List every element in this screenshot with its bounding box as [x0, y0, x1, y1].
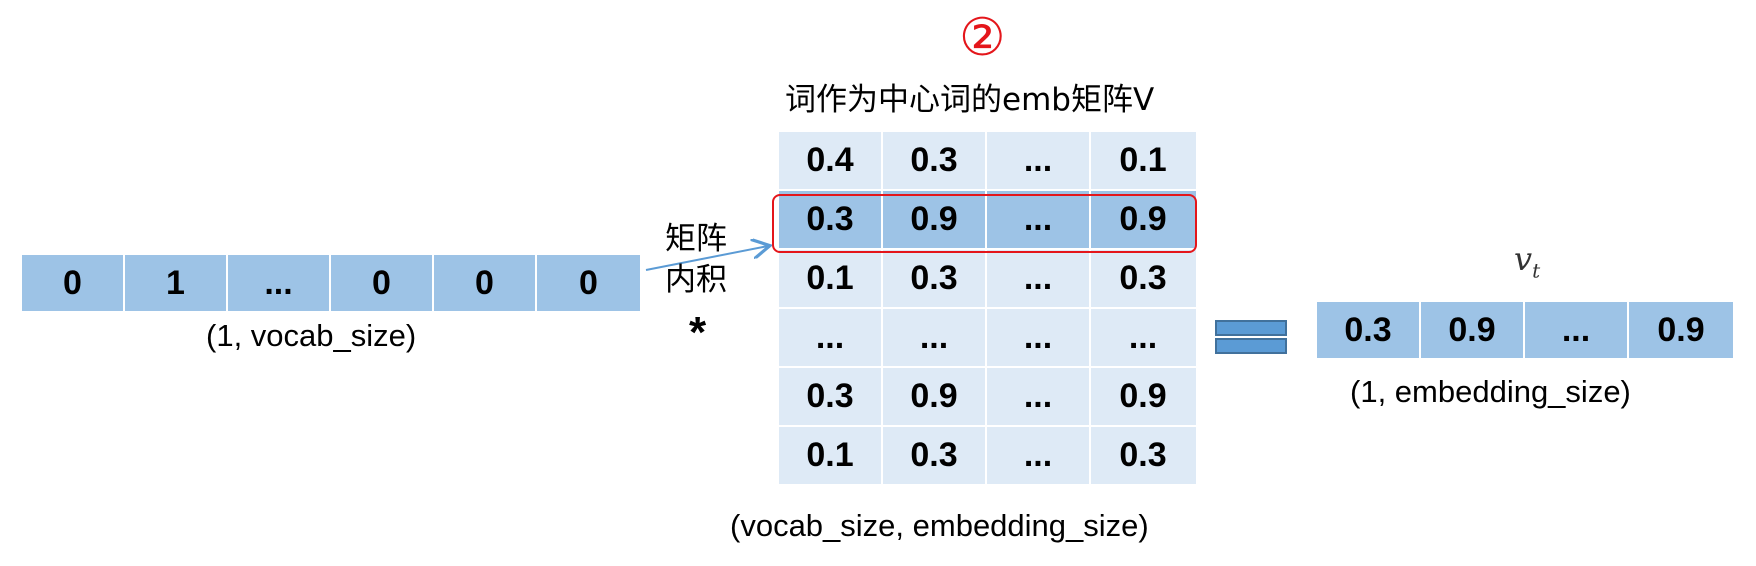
matrix-cell: 0.9 — [1119, 377, 1167, 415]
step-marker: ② — [959, 8, 1006, 68]
result-cell: 0.9 — [1629, 302, 1733, 358]
matrix-cell: 0.3 — [1119, 436, 1167, 474]
matrix-cell: ... — [987, 132, 1091, 189]
matrix-cell: 0.1 — [779, 427, 883, 484]
result-vector: 0.3 0.9 ... 0.9 — [1317, 302, 1733, 358]
result-shape-label: (1, embedding_size) — [1350, 374, 1631, 409]
highlight-outline — [772, 194, 1197, 253]
matrix-cell: 0.3 — [883, 427, 987, 484]
matrix-cell: 0.1 — [1119, 141, 1167, 179]
matrix-cell: 0.4 — [779, 132, 883, 189]
onehot-cell: 0 — [537, 255, 640, 311]
matrix-cell: ... — [987, 309, 1091, 366]
embedding-matrix: 0.4 0.3 ... 0.1 0.3 0.9 ... 0.9 0.1 0.3 … — [779, 132, 1196, 486]
matrix-cell: ... — [779, 309, 883, 366]
onehot-shape-label: (1, vocab_size) — [206, 318, 417, 353]
onehot-vector: 0 1 ... 0 0 0 — [22, 255, 640, 311]
matrix-cell: 0.1 — [779, 250, 883, 307]
result-cell: 0.3 — [1317, 302, 1421, 358]
equals-bar-bottom — [1215, 338, 1287, 354]
result-vector-name: vt — [1514, 240, 1541, 283]
matrix-cell: 0.9 — [883, 368, 987, 425]
onehot-cell: 1 — [125, 255, 228, 311]
matrix-cell: ... — [987, 250, 1091, 307]
matrix-cell: ... — [987, 427, 1091, 484]
matrix-cell: ... — [1128, 318, 1158, 356]
matrix-cell: ... — [883, 309, 987, 366]
equals-bar-top — [1215, 320, 1287, 336]
onehot-cell: 0 — [434, 255, 537, 311]
matrix-row: 0.1 0.3 ... 0.3 — [779, 427, 1196, 486]
matrix-row: 0.4 0.3 ... 0.1 — [779, 132, 1196, 191]
matrix-row: ... ... ... ... — [779, 309, 1196, 368]
multiply-symbol: * — [689, 308, 707, 357]
operation-label-line1: 矩阵 — [665, 221, 727, 257]
result-cell: ... — [1525, 302, 1629, 358]
matrix-cell: ... — [987, 368, 1091, 425]
onehot-cell: 0 — [331, 255, 434, 311]
matrix-shape-label: (vocab_size, embedding_size) — [730, 508, 1149, 543]
matrix-row: 0.3 0.9 ... 0.9 — [779, 368, 1196, 427]
onehot-cell: ... — [228, 255, 331, 311]
result-cell: 0.9 — [1421, 302, 1525, 358]
matrix-cell: 0.3 — [883, 132, 987, 189]
matrix-cell: 0.3 — [1119, 259, 1167, 297]
matrix-cell: 0.3 — [779, 368, 883, 425]
operation-label-line2: 内积 — [665, 262, 727, 298]
matrix-row: 0.1 0.3 ... 0.3 — [779, 250, 1196, 309]
matrix-cell: 0.3 — [883, 250, 987, 307]
onehot-cell: 0 — [22, 255, 125, 311]
matrix-title: 词作为中心词的emb矩阵V — [785, 82, 1155, 118]
